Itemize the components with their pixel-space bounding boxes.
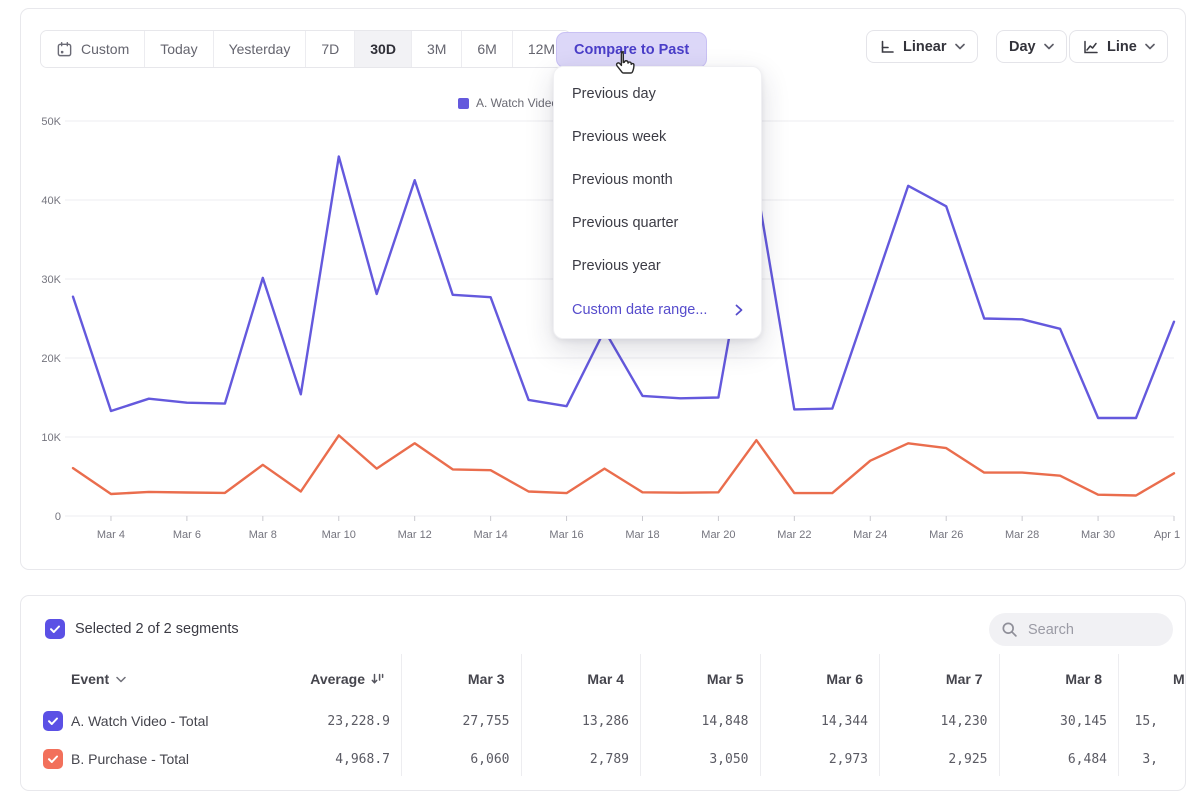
select-all-checkbox[interactable] [45,619,65,639]
x-axis-label: Mar 12 [398,529,432,541]
x-axis-label: Mar 24 [853,529,887,541]
column-header-mar3[interactable]: Mar 3 [395,664,505,694]
menu-item-custom-date-range[interactable]: Custom date range... [554,288,761,332]
series-line-b-purchase [73,435,1174,495]
x-axis-label: Mar 16 [549,529,583,541]
chevron-right-icon [735,304,743,316]
column-header-label: Mar 8 [1065,671,1102,687]
y-axis-label: 10K [41,432,61,444]
sort-descending-icon [371,672,385,686]
y-axis-label: 40K [41,195,61,207]
table-cell: 3,050 [639,740,749,778]
table-cell: 6,060 [400,740,510,778]
table-cell: 14,344 [758,702,868,740]
table-cell: 2,925 [878,740,988,778]
menu-item-previous-day[interactable]: Previous day [554,73,761,116]
x-axis: Mar 4 Mar 6 Mar 8 Mar 10 Mar 12 Mar 14 Mar 16 M… [97,516,1180,541]
x-axis-label: Mar 4 [97,529,125,541]
check-icon [46,714,60,728]
row-checkbox-watch-video[interactable] [43,711,63,731]
row-checkbox-purchase[interactable] [43,749,63,769]
column-header-label: Mar 7 [946,671,983,687]
column-header-label: Average [310,671,365,687]
menu-item-previous-year[interactable]: Previous year [554,245,761,288]
y-axis-label: 0 [55,511,61,523]
search-box[interactable] [989,613,1173,646]
column-header-label: Mar 5 [707,671,744,687]
column-header-mar6[interactable]: Mar 6 [753,664,863,694]
x-axis-label: Apr 1 [1154,529,1180,541]
table-cell: 2,973 [758,740,868,778]
check-icon [46,752,60,766]
x-axis-label: Mar 30 [1081,529,1115,541]
column-header-mar7[interactable]: Mar 7 [873,664,983,694]
legend-label: A. Watch Video [476,96,558,110]
column-header-label: Mar 4 [587,671,624,687]
x-axis-label: Mar 28 [1005,529,1039,541]
table-cell: 14,848 [639,702,749,740]
column-header-average[interactable]: Average [275,664,385,694]
event-header-label: Event [71,671,109,687]
x-axis-label: Mar 22 [777,529,811,541]
table-cell: 27,755 [400,702,510,740]
menu-item-previous-quarter[interactable]: Previous quarter [554,202,761,245]
x-axis-label: Mar 26 [929,529,963,541]
search-input[interactable] [1026,621,1160,639]
y-axis-label: 20K [41,353,61,365]
row-label: B. Purchase - Total [71,740,189,778]
x-axis-label: Mar 20 [701,529,735,541]
legend-swatch-watch-video [458,98,469,109]
column-header-m[interactable]: M [1173,664,1186,694]
event-column-header[interactable]: Event [71,664,126,694]
column-header-label: Mar 6 [826,671,863,687]
chart-legend: A. Watch Video [458,96,558,110]
y-axis-label: 30K [41,274,61,286]
x-axis-label: Mar 18 [625,529,659,541]
row-label: A. Watch Video - Total [71,702,208,740]
menu-item-previous-month[interactable]: Previous month [554,159,761,202]
table-cell: 4,968.7 [280,740,390,778]
table-cell: 2,789 [519,740,629,778]
chevron-down-icon [116,676,126,683]
table-cell: 14,230 [878,702,988,740]
column-header-label: Mar 3 [468,671,505,687]
x-axis-label: Mar 8 [249,529,277,541]
column-header-mar8[interactable]: Mar 8 [992,664,1102,694]
selected-summary: Selected 2 of 2 segments [75,621,239,637]
search-icon [1001,621,1018,638]
segments-panel: Selected 2 of 2 segments Event Average Ma… [20,595,1186,791]
y-axis-label: 50K [41,116,61,128]
column-header-mar5[interactable]: Mar 5 [634,664,744,694]
column-header-label: M [1173,671,1185,687]
x-axis-label: Mar 14 [473,529,507,541]
x-axis-label: Mar 10 [322,529,356,541]
check-icon [48,622,62,636]
menu-item-previous-week[interactable]: Previous week [554,116,761,159]
x-axis-label: Mar 6 [173,529,201,541]
column-header-mar4[interactable]: Mar 4 [514,664,624,694]
table-cell: 23,228.9 [280,702,390,740]
compare-to-past-menu: Previous dayPrevious weekPrevious monthP… [553,66,762,339]
table-cell: 13,286 [519,702,629,740]
table-cell: 3, [1048,740,1158,778]
custom-date-range-label: Custom date range... [572,302,707,318]
table-cell: 15, [1048,702,1158,740]
